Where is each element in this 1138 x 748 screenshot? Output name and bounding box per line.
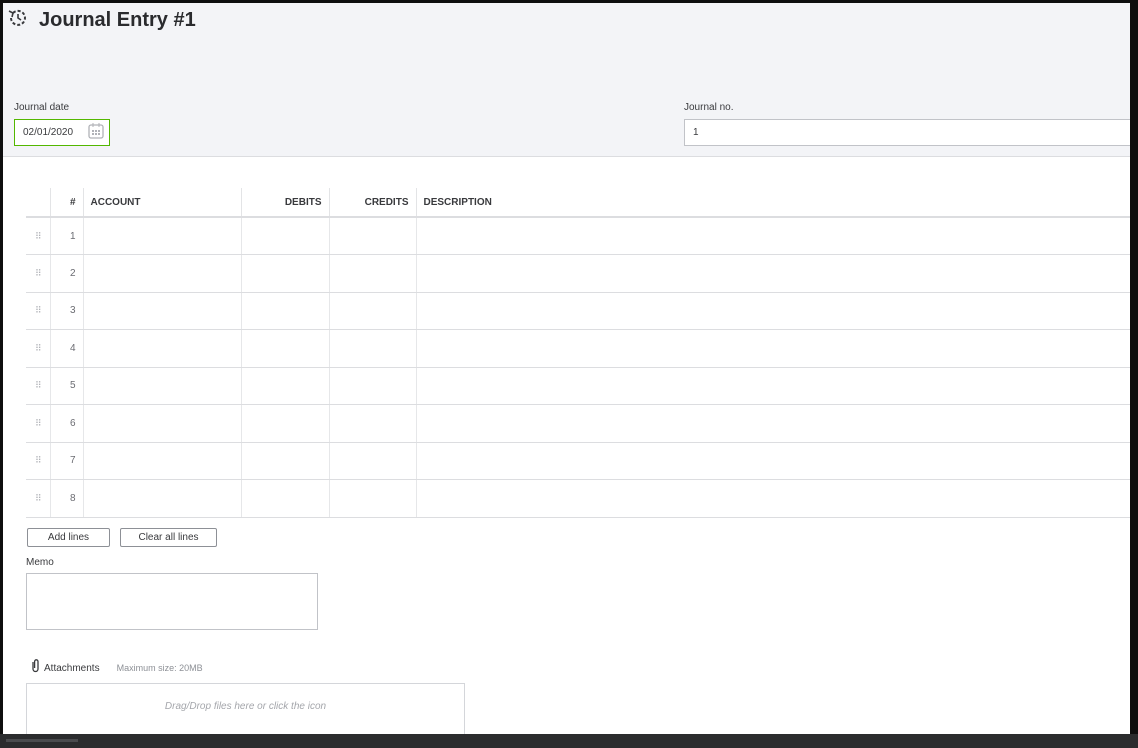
line-number: 6 (50, 404, 84, 443)
line-number: 3 (50, 292, 84, 330)
debits-cell[interactable] (241, 479, 330, 518)
journal-entry-page: Journal Entry #1 Journal date 02/01/2020… (3, 3, 1130, 734)
table-header-row: # ACCOUNT DEBITS CREDITS DESCRIPTION (26, 188, 1130, 218)
table-row: ⠿ 7 (26, 442, 1130, 480)
drag-handle-icon[interactable]: ⠿ (26, 292, 51, 330)
dropzone-hint: Drag/Drop files here or click the icon (164, 701, 327, 712)
column-header-account: ACCOUNT (83, 188, 242, 218)
journal-no-label: Journal no. (684, 102, 734, 113)
credits-cell[interactable] (329, 329, 417, 368)
account-cell[interactable] (83, 217, 242, 255)
credits-cell[interactable] (329, 292, 417, 330)
clear-all-lines-button[interactable]: Clear all lines (120, 528, 217, 547)
memo-label: Memo (26, 557, 54, 568)
line-number: 1 (50, 217, 84, 255)
table-row: ⠿ 3 (26, 292, 1130, 330)
table-row: ⠿ 1 (26, 217, 1130, 255)
line-number: 7 (50, 442, 84, 480)
drag-handle-icon[interactable]: ⠿ (26, 404, 51, 443)
paperclip-icon[interactable] (30, 658, 41, 678)
column-header-number: # (50, 188, 84, 218)
account-cell[interactable] (83, 479, 242, 518)
drag-handle-icon[interactable]: ⠿ (26, 329, 51, 368)
bottom-bar-tab[interactable] (6, 739, 78, 742)
description-cell[interactable] (416, 329, 1130, 368)
table-row: ⠿ 4 (26, 329, 1130, 368)
account-cell[interactable] (83, 442, 242, 480)
table-row: ⠿ 2 (26, 254, 1130, 293)
line-number: 8 (50, 479, 84, 518)
account-cell[interactable] (83, 404, 242, 443)
description-cell[interactable] (416, 292, 1130, 330)
credits-cell[interactable] (329, 479, 417, 518)
description-cell[interactable] (416, 404, 1130, 443)
drag-handle-icon[interactable]: ⠿ (26, 217, 51, 255)
debits-cell[interactable] (241, 404, 330, 443)
account-cell[interactable] (83, 254, 242, 293)
attachments-dropzone[interactable]: Drag/Drop files here or click the icon (26, 683, 465, 734)
column-header-credits: CREDITS (329, 188, 417, 218)
credits-cell[interactable] (329, 367, 417, 405)
debits-cell[interactable] (241, 292, 330, 330)
calendar-icon[interactable] (87, 122, 105, 143)
column-header-description: DESCRIPTION (416, 188, 1130, 218)
add-lines-button[interactable]: Add lines (27, 528, 110, 547)
account-cell[interactable] (83, 292, 242, 330)
journal-date-label: Journal date (14, 102, 70, 113)
recent-history-icon[interactable] (7, 7, 29, 34)
description-cell[interactable] (416, 254, 1130, 293)
debits-cell[interactable] (241, 254, 330, 293)
debits-cell[interactable] (241, 217, 330, 255)
title-bar: Journal Entry #1 (7, 7, 196, 34)
memo-textarea[interactable] (26, 573, 318, 630)
debits-cell[interactable] (241, 367, 330, 405)
drag-handle-icon[interactable]: ⠿ (26, 479, 51, 518)
bottom-bar (0, 734, 1138, 748)
line-number: 2 (50, 254, 84, 293)
credits-cell[interactable] (329, 404, 417, 443)
description-cell[interactable] (416, 217, 1130, 255)
page-header: Journal Entry #1 Journal date 02/01/2020… (3, 3, 1130, 157)
description-cell[interactable] (416, 442, 1130, 480)
drag-handle-icon[interactable]: ⠿ (26, 442, 51, 480)
journal-date-input[interactable]: 02/01/2020 (14, 119, 110, 146)
drag-handle-icon[interactable]: ⠿ (26, 367, 51, 405)
drag-column-header (26, 188, 51, 218)
line-number: 4 (50, 329, 84, 368)
journal-no-input[interactable]: 1 (684, 119, 1130, 146)
credits-cell[interactable] (329, 217, 417, 255)
account-cell[interactable] (83, 329, 242, 368)
drag-handle-icon[interactable]: ⠿ (26, 254, 51, 293)
account-cell[interactable] (83, 367, 242, 405)
table-row: ⠿ 5 (26, 367, 1130, 405)
journal-date-value: 02/01/2020 (23, 127, 74, 138)
credits-cell[interactable] (329, 442, 417, 480)
table-row: ⠿ 8 (26, 479, 1130, 518)
debits-cell[interactable] (241, 442, 330, 480)
journal-no-value: 1 (693, 127, 699, 138)
attachments-max-size: Maximum size: 20MB (116, 663, 203, 673)
description-cell[interactable] (416, 479, 1130, 518)
line-number: 5 (50, 367, 84, 405)
credits-cell[interactable] (329, 254, 417, 293)
debits-cell[interactable] (241, 329, 330, 368)
attachments-label: Attachments (44, 662, 100, 674)
column-header-debits: DEBITS (241, 188, 330, 218)
description-cell[interactable] (416, 367, 1130, 405)
table-row: ⠿ 6 (26, 404, 1130, 443)
attachments-header: Attachments Maximum size: 20MB (30, 658, 203, 678)
journal-lines-table: # ACCOUNT DEBITS CREDITS DESCRIPTION ⠿ 1… (26, 188, 1130, 518)
page-title: Journal Entry #1 (39, 9, 196, 31)
